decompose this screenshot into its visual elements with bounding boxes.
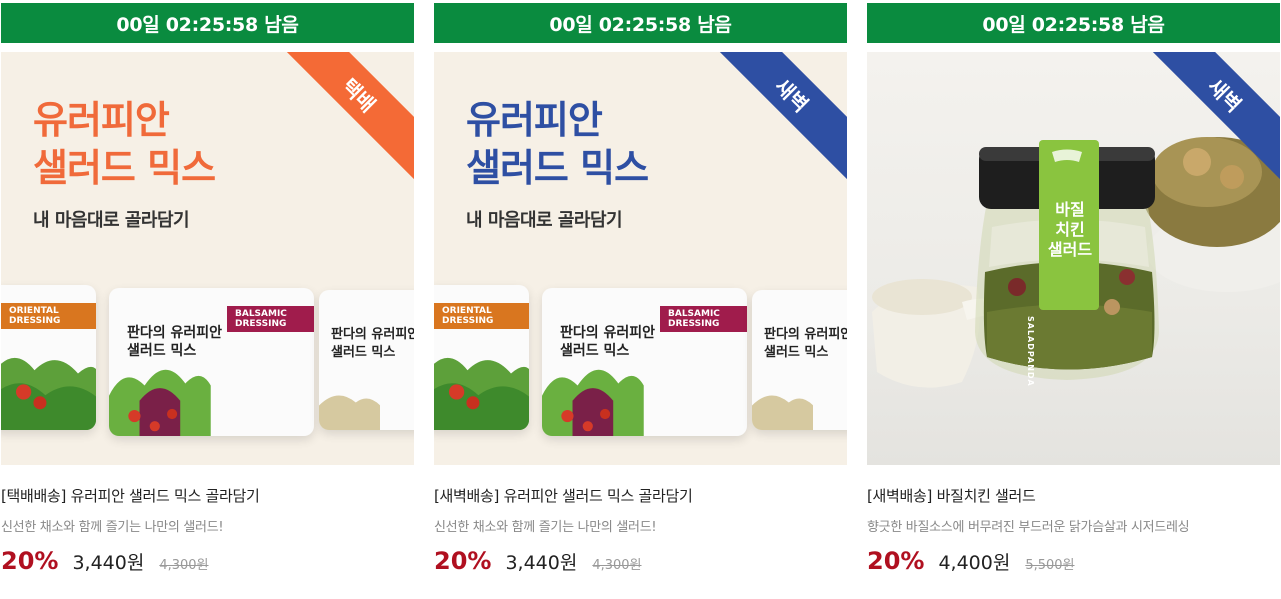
jar-label-line-3: 샐러드 <box>1047 240 1093 259</box>
original-price: 4,300원 <box>159 558 209 573</box>
bag-dressing-tag: BALSAMIC DRESSING <box>660 306 747 332</box>
discount-rate: 20% <box>434 547 492 575</box>
discount-rate: 20% <box>867 547 925 575</box>
product-thumbnail[interactable]: 유러피안 샐러드 믹스 내 마음대로 골라담기 ORIENTAL DRESSIN… <box>1 52 414 465</box>
countdown-timer: 00일 02:25:58 남음 <box>867 3 1280 43</box>
countdown-timer: 00일 02:25:58 남음 <box>434 3 847 43</box>
product-description: 신선한 채소와 함께 즐기는 나만의 샐러드! <box>434 520 657 535</box>
salad-greens-image <box>109 369 211 436</box>
salad-greens-image <box>1 357 96 430</box>
headline-line-2: 샐러드 믹스 <box>466 146 649 190</box>
product-description: 향긋한 바질소스에 버무려진 부드러운 닭가슴살과 시저드레싱 <box>867 520 1190 535</box>
product-title[interactable]: [새벽배송] 바질치킨 샐러드 <box>867 485 1280 506</box>
original-price: 5,500원 <box>1025 558 1075 573</box>
original-price: 4,300원 <box>592 558 642 573</box>
price-row: 20% 4,400원 5,500원 <box>867 547 1280 575</box>
product-thumbnail[interactable]: 유러피안 샐러드 믹스 내 마음대로 골라담기 ORIENTAL DRESSIN… <box>434 52 847 465</box>
countdown-timer: 00일 02:25:58 남음 <box>1 3 414 43</box>
product-card[interactable]: 00일 02:25:58 남음 유러피안 샐러드 믹스 내 마음대로 골라담기 … <box>434 3 847 575</box>
headline-line-1: 유러피안 <box>33 98 170 142</box>
salad-bag-image: ORIENTAL DRESSING <box>434 285 529 430</box>
delivery-badge: 택배 <box>273 52 414 181</box>
jar-brand: SALADPANDA <box>1026 316 1035 387</box>
bag-label-line-1: 판다의 유러피안 <box>764 327 847 342</box>
thumbnail-subhead: 내 마음대로 골라담기 <box>466 210 623 231</box>
bag-dressing-tag: BALSAMIC DRESSING <box>227 306 314 332</box>
product-row: 00일 02:25:58 남음 유러피안 샐러드 믹스 내 마음대로 골라담기 … <box>0 0 1281 599</box>
bag-label-line-1: 판다의 유러피안 <box>127 325 223 341</box>
bag-dressing-tag: ORIENTAL DRESSING <box>434 303 529 329</box>
salad-bag-image: BALSAMIC DRESSING 판다의 유러피안 샐러드 믹스 <box>109 288 314 436</box>
product-thumbnail[interactable]: 바질 치킨 샐러드 SALADPANDA 새벽 <box>867 52 1280 465</box>
product-title[interactable]: [택배배송] 유러피안 샐러드 믹스 골라담기 <box>1 485 414 506</box>
headline-line-2: 샐러드 믹스 <box>33 146 216 190</box>
bag-label-line-1: 판다의 유러피안 <box>560 325 656 341</box>
salad-greens-image <box>542 369 644 436</box>
sale-price: 3,440원 <box>505 552 578 574</box>
headline-line-1: 유러피안 <box>466 98 603 142</box>
bag-label-line-2: 샐러드 믹스 <box>764 345 829 360</box>
bag-label: 판다의 유러피안 샐러드 믹스 <box>764 326 847 362</box>
delivery-badge: 새벽 <box>706 52 847 181</box>
discount-rate: 20% <box>1 547 59 575</box>
salad-greens-image <box>752 395 814 430</box>
sale-price: 3,440원 <box>72 552 145 574</box>
product-description: 신선한 채소와 함께 즐기는 나만의 샐러드! <box>1 520 224 535</box>
thumbnail-subhead: 내 마음대로 골라담기 <box>33 210 190 231</box>
jar-label-line-2: 치킨 <box>1055 220 1085 239</box>
bag-label-line-1: 판다의 유러피안 <box>331 327 414 342</box>
salad-bag-image: ORIENTAL DRESSING <box>1 285 96 430</box>
thumbnail-headline: 유러피안 샐러드 믹스 <box>33 96 216 192</box>
salad-bag-image: BALSAMIC DRESSING 판다의 유러피안 샐러드 믹스 <box>542 288 747 436</box>
price-row: 20% 3,440원 4,300원 <box>1 547 414 575</box>
bag-label: 판다의 유러피안 샐러드 믹스 <box>331 326 414 362</box>
bag-dressing-tag: ORIENTAL DRESSING <box>1 303 96 329</box>
product-title[interactable]: [새벽배송] 유러피안 샐러드 믹스 골라담기 <box>434 485 847 506</box>
salad-bag-image: 판다의 유러피안 샐러드 믹스 <box>752 290 847 430</box>
thumbnail-headline: 유러피안 샐러드 믹스 <box>466 96 649 192</box>
product-card[interactable]: 00일 02:25:58 남음 바질 치킨 샐러드 SALADPANDA 새벽 … <box>867 3 1280 575</box>
salad-greens-image <box>319 395 381 430</box>
jar-label-line-1: 바질 <box>1055 200 1085 219</box>
salad-bag-image: 판다의 유러피안 샐러드 믹스 <box>319 290 414 430</box>
product-card[interactable]: 00일 02:25:58 남음 유러피안 샐러드 믹스 내 마음대로 골라담기 … <box>1 3 414 575</box>
bag-label-line-2: 샐러드 믹스 <box>331 345 396 360</box>
sale-price: 4,400원 <box>938 552 1011 574</box>
jar-label-text: 바질 치킨 샐러드 <box>1041 200 1099 260</box>
price-row: 20% 3,440원 4,300원 <box>434 547 847 575</box>
salad-greens-image <box>434 357 529 430</box>
